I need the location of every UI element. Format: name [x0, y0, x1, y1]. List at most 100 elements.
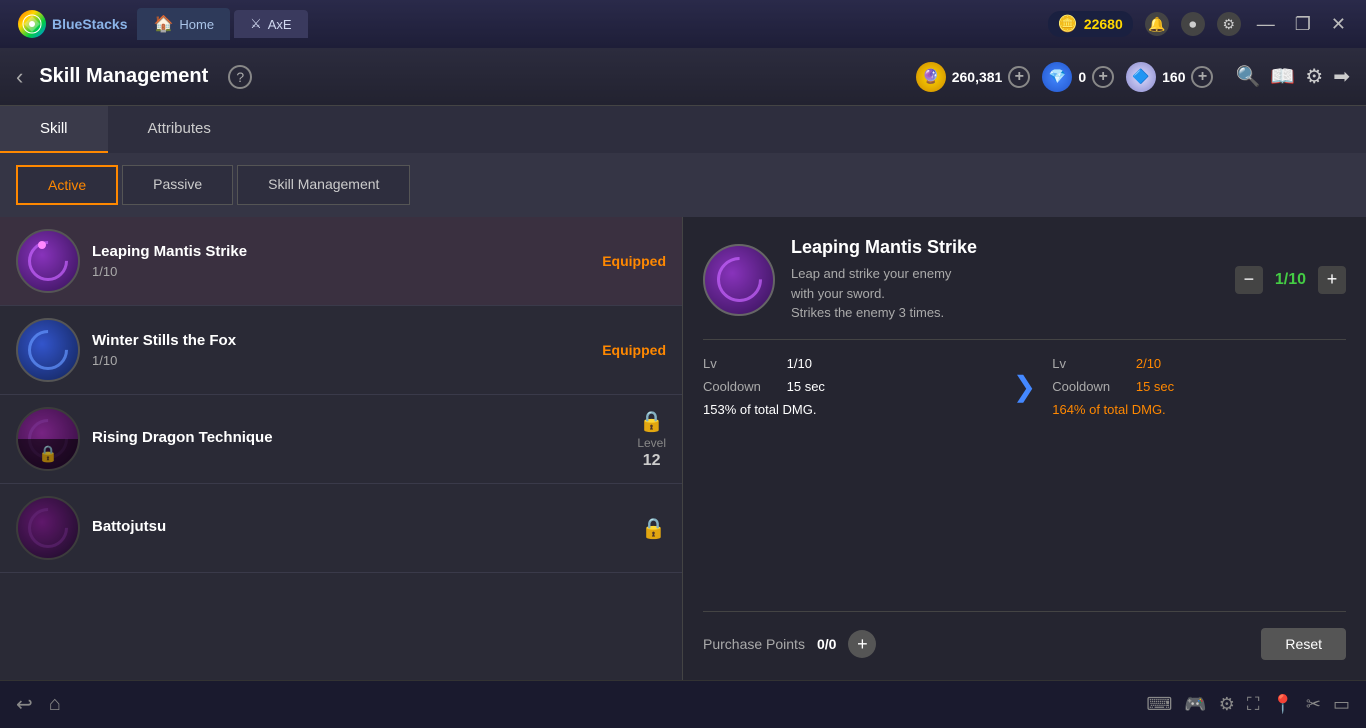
current-cooldown-value: 15 sec [787, 379, 825, 394]
detail-description: Leap and strike your enemywith your swor… [791, 264, 1219, 323]
settings-taskbar-icon[interactable]: ⚙ [1219, 694, 1235, 715]
current-cooldown-row: Cooldown 15 sec [703, 379, 997, 394]
dragon-lock-label: Level [637, 436, 666, 450]
record-icon[interactable]: ⏺ [1181, 12, 1205, 36]
stats-comparison: Lv 1/10 Cooldown 15 sec 153% of total DM… [703, 356, 1346, 417]
sub-tab-skill-management[interactable]: Skill Management [237, 165, 410, 205]
taskbar: ↩ ⌂ ⌨ 🎮 ⚙ ⛶ 📍 ✂ ▭ [0, 680, 1366, 728]
next-arrow-icon: ❯ [1013, 370, 1036, 403]
add-white-button[interactable]: + [1191, 66, 1213, 88]
book-icon[interactable]: 📖 [1270, 64, 1295, 89]
home-tab[interactable]: 🏠 Home [137, 8, 230, 40]
bluestacks-label: BlueStacks [52, 16, 127, 32]
next-cooldown-label: Cooldown [1052, 379, 1132, 394]
gamepad-icon[interactable]: 🎮 [1184, 694, 1206, 715]
leaping-icon [16, 229, 80, 293]
detail-skill-name: Leaping Mantis Strike [791, 237, 1219, 258]
dragon-icon: 🔒 [16, 407, 80, 471]
winter-icon [16, 318, 80, 382]
settings-icon[interactable]: ⚙ [1217, 12, 1241, 36]
close-button[interactable]: ✕ [1327, 12, 1350, 37]
skill-item-leaping[interactable]: Leaping Mantis Strike 1/10 Equipped [0, 217, 682, 306]
gold-value: 260,381 [952, 69, 1003, 85]
winter-status: Equipped [602, 342, 666, 358]
title-bar: BlueStacks 🏠 Home ⚔ AxE 🪙 22680 🔔 ⏺ ⚙ — … [0, 0, 1366, 48]
current-stats: Lv 1/10 Cooldown 15 sec 153% of total DM… [703, 356, 997, 417]
detail-title-area: Leaping Mantis Strike Leap and strike yo… [791, 237, 1219, 323]
dragon-lock-num: 12 [643, 452, 661, 470]
gold-currency: 🔮 260,381 + [916, 62, 1031, 92]
battojutsu-lock-info: 🔒 [641, 516, 666, 541]
purchase-label: Purchase Points [703, 636, 805, 652]
bell-icon[interactable]: 🔔 [1145, 12, 1169, 36]
help-button[interactable]: ? [228, 65, 252, 89]
main-content: Skill Attributes Active Passive Skill Ma… [0, 106, 1366, 680]
battojutsu-lock-icon: 🔒 [641, 516, 666, 541]
level-increase-button[interactable]: + [1318, 266, 1346, 294]
next-stats: Lv 2/10 Cooldown 15 sec 164% of total DM… [1052, 356, 1346, 417]
axe-tab[interactable]: ⚔ AxE [234, 10, 308, 38]
detail-bottom: Purchase Points 0/0 + Reset [703, 611, 1346, 660]
bs-logo-icon [18, 10, 46, 38]
home-tab-label: Home [179, 17, 214, 32]
next-lv-value: 2/10 [1136, 356, 1161, 371]
next-cooldown-row: Cooldown 15 sec [1052, 379, 1346, 394]
search-icon[interactable]: 🔍 [1235, 64, 1260, 89]
taskbar-right: ⌨ 🎮 ⚙ ⛶ 📍 ✂ ▭ [1146, 694, 1350, 715]
back-button[interactable]: ‹ [16, 64, 23, 90]
current-lv-value: 1/10 [787, 356, 812, 371]
blue-value: 0 [1078, 69, 1086, 85]
skill-item-dragon[interactable]: 🔒 Rising Dragon Technique 🔒 Level 12 [0, 395, 682, 484]
location-icon[interactable]: 📍 [1271, 694, 1293, 715]
dragon-lock-icon: 🔒 [639, 409, 664, 434]
tab-attributes[interactable]: Attributes [108, 106, 251, 153]
sub-tab-active[interactable]: Active [16, 165, 118, 205]
white-value: 160 [1162, 69, 1185, 85]
winter-info: Winter Stills the Fox 1/10 [92, 332, 590, 368]
axe-tab-label: AxE [268, 17, 292, 32]
coin-icon: 🪙 [1058, 14, 1078, 34]
level-controls: − 1/10 + [1235, 266, 1346, 294]
restore-button[interactable]: ❐ [1291, 12, 1315, 37]
fullscreen-icon[interactable]: ⛶ [1247, 694, 1260, 715]
leaping-level: 1/10 [92, 264, 590, 279]
home-taskbar-button[interactable]: ⌂ [49, 693, 61, 716]
leaping-status: Equipped [602, 253, 666, 269]
add-blue-button[interactable]: + [1092, 66, 1114, 88]
tab-skill[interactable]: Skill [0, 106, 108, 153]
minimize-button[interactable]: — [1253, 12, 1279, 37]
skill-item-winter[interactable]: Winter Stills the Fox 1/10 Equipped [0, 306, 682, 395]
next-cooldown-value: 15 sec [1136, 379, 1174, 394]
skill-detail: Leaping Mantis Strike Leap and strike yo… [683, 217, 1366, 680]
top-tabs: Skill Attributes [0, 106, 1366, 153]
winter-level: 1/10 [92, 353, 590, 368]
white-icon: 🔷 [1126, 62, 1156, 92]
scissors-icon[interactable]: ✂ [1306, 694, 1321, 715]
purchase-add-button[interactable]: + [848, 630, 876, 658]
skill-item-battojutsu[interactable]: Battojutsu 🔒 [0, 484, 682, 573]
sub-tab-passive[interactable]: Passive [122, 165, 233, 205]
winter-name: Winter Stills the Fox [92, 332, 590, 349]
gear-icon[interactable]: ⚙ [1305, 64, 1323, 89]
blue-icon: 💎 [1042, 62, 1072, 92]
reset-button[interactable]: Reset [1261, 628, 1346, 660]
next-dmg: 164% of total DMG. [1052, 402, 1346, 417]
next-lv-row: Lv 2/10 [1052, 356, 1346, 371]
leaping-name: Leaping Mantis Strike [92, 243, 590, 260]
axe-tab-icon: ⚔ [250, 16, 262, 32]
sub-tabs: Active Passive Skill Management [0, 153, 1366, 217]
content-area: Leaping Mantis Strike 1/10 Equipped Wint… [0, 217, 1366, 680]
blue-currency: 💎 0 + [1042, 62, 1114, 92]
dragon-info: Rising Dragon Technique [92, 429, 625, 450]
header-icons: 🔍 📖 ⚙ ➡ [1235, 64, 1350, 89]
keyboard-icon[interactable]: ⌨ [1146, 694, 1172, 715]
white-currency: 🔷 160 + [1126, 62, 1213, 92]
add-gold-button[interactable]: + [1008, 66, 1030, 88]
window-icon[interactable]: ▭ [1333, 694, 1350, 715]
game-header: ‹ Skill Management ? 🔮 260,381 + 💎 0 + 🔷… [0, 48, 1366, 106]
level-decrease-button[interactable]: − [1235, 266, 1263, 294]
dragon-lock-info: 🔒 Level 12 [637, 409, 666, 470]
dragon-lock-overlay: 🔒 [18, 439, 78, 469]
back-taskbar-button[interactable]: ↩ [16, 692, 33, 717]
exit-icon[interactable]: ➡ [1333, 64, 1350, 89]
